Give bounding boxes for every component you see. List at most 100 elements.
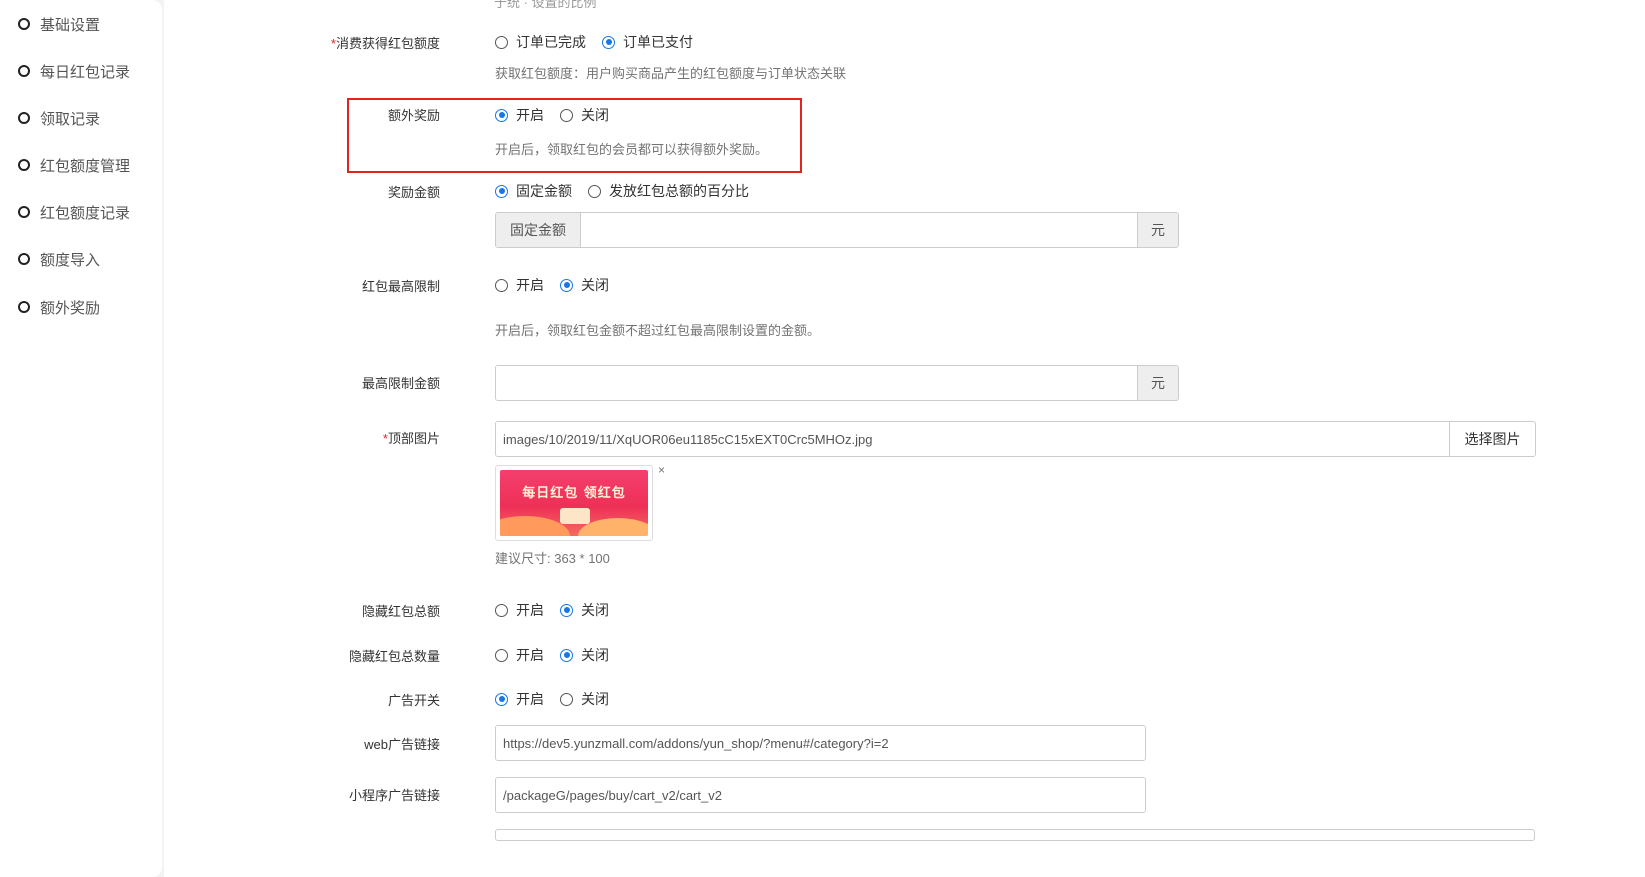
radio-max-limit-on[interactable]: 开启	[495, 275, 544, 295]
sidebar-item-extra-reward[interactable]: 额外奖励	[18, 295, 100, 319]
fixed-amount-addon: 固定金额	[496, 213, 581, 247]
circle-icon	[18, 159, 30, 171]
sidebar-item-claim-records[interactable]: 领取记录	[18, 106, 100, 130]
sidebar: 基础设置 每日红包记录 领取记录 红包额度管理 红包额度记录 额度导入 额外奖励	[0, 0, 162, 877]
remove-image-icon[interactable]: ×	[658, 463, 665, 477]
radio-label: 关闭	[581, 277, 609, 293]
yuan-unit-addon: 元	[1137, 366, 1178, 400]
circle-icon	[18, 112, 30, 124]
sidebar-item-label: 红包额度记录	[40, 204, 131, 222]
radio-circle-icon[interactable]	[495, 278, 508, 292]
radio-label: 关闭	[581, 602, 609, 618]
hide-count-radio-group: 开启 关闭	[495, 644, 625, 666]
reward-amount-label: 奖励金额	[387, 185, 440, 200]
radio-label: 开启	[516, 107, 544, 123]
top-image-input-group: 选择图片	[495, 421, 1536, 457]
reward-amount-input[interactable]	[581, 213, 1137, 247]
consume-quota-radio-group: 订单已完成 订单已支付	[495, 31, 709, 53]
settings-form: 于统 · 设置的比例 *消费获得红包额度 订单已完成 订单已支付 获取红包额度：…	[164, 0, 1645, 877]
circle-icon	[18, 18, 30, 30]
top-image-thumbnail: 每日红包 领红包	[495, 465, 653, 541]
sidebar-item-quota-records[interactable]: 红包额度记录	[18, 200, 130, 224]
radio-hide-count-off[interactable]: 关闭	[560, 645, 609, 665]
radio-circle-icon[interactable]	[588, 184, 601, 198]
radio-label: 开启	[516, 277, 544, 293]
mini-ad-link-label: 小程序广告链接	[348, 788, 440, 803]
extra-reward-help: 开启后，领取红包的会员都可以获得额外奖励。	[495, 142, 769, 157]
radio-label: 关闭	[581, 691, 609, 707]
radio-label: 固定金额	[516, 183, 572, 199]
label-text: 顶部图片	[387, 431, 440, 446]
radio-circle-icon[interactable]	[560, 108, 573, 122]
cut-off-input[interactable]	[495, 829, 1535, 841]
radio-ad-off[interactable]: 关闭	[560, 689, 609, 709]
radio-checked-icon[interactable]	[560, 603, 573, 617]
sidebar-item-basic-settings[interactable]: 基础设置	[18, 12, 100, 36]
max-limit-radio-group: 开启 关闭	[495, 274, 625, 296]
reward-amount-input-group: 固定金额 元	[495, 212, 1179, 248]
consume-quota-help: 获取红包额度：用户购买商品产生的红包额度与订单状态关联	[495, 66, 847, 81]
radio-fixed-amount[interactable]: 固定金额	[495, 181, 572, 201]
radio-circle-icon[interactable]	[495, 648, 508, 662]
mini-ad-link-input[interactable]	[496, 778, 1145, 812]
radio-extra-reward-off[interactable]: 关闭	[560, 105, 609, 125]
max-limit-amount-input[interactable]	[496, 366, 1137, 400]
sidebar-item-label: 额度导入	[40, 251, 101, 269]
cut-off-help-text: 于统 · 设置的比例	[494, 0, 597, 10]
consume-quota-label: *消费获得红包额度	[331, 33, 440, 52]
select-image-button[interactable]: 选择图片	[1449, 422, 1535, 456]
radio-circle-icon[interactable]	[495, 35, 508, 49]
extra-reward-radio-group: 开启 关闭	[495, 104, 625, 126]
sidebar-item-daily-records[interactable]: 每日红包记录	[18, 59, 130, 83]
radio-circle-icon[interactable]	[495, 603, 508, 617]
radio-extra-reward-on[interactable]: 开启	[495, 105, 544, 125]
radio-hide-count-on[interactable]: 开启	[495, 645, 544, 665]
hide-total-label: 隐藏红包总额	[361, 604, 440, 619]
radio-label: 发放红包总额的百分比	[609, 183, 749, 199]
reward-amount-radio-group: 固定金额 发放红包总额的百分比	[495, 180, 765, 202]
sidebar-item-label: 红包额度管理	[40, 157, 131, 175]
radio-label: 开启	[516, 647, 544, 663]
circle-icon	[18, 253, 30, 265]
radio-label: 关闭	[581, 647, 609, 663]
radio-order-paid[interactable]: 订单已支付	[602, 32, 693, 52]
radio-circle-icon[interactable]	[560, 692, 573, 706]
max-limit-help: 开启后，领取红包金额不超过红包最高限制设置的金额。	[495, 323, 821, 338]
radio-order-completed[interactable]: 订单已完成	[495, 32, 586, 52]
sidebar-item-label: 额外奖励	[40, 299, 101, 317]
sidebar-item-quota-import[interactable]: 额度导入	[18, 247, 100, 271]
top-image-label: *顶部图片	[383, 428, 440, 447]
radio-checked-icon[interactable]	[495, 184, 508, 198]
sidebar-item-label: 领取记录	[40, 110, 101, 128]
radio-hide-total-on[interactable]: 开启	[495, 600, 544, 620]
radio-checked-icon[interactable]	[602, 35, 615, 49]
radio-checked-icon[interactable]	[560, 648, 573, 662]
circle-icon	[18, 206, 30, 218]
max-limit-label: 红包最高限制	[361, 279, 440, 294]
radio-checked-icon[interactable]	[495, 108, 508, 122]
banner-image: 每日红包 领红包	[500, 470, 648, 536]
mini-ad-link-input-group	[495, 777, 1146, 813]
sidebar-item-label: 基础设置	[40, 16, 101, 34]
radio-hide-total-off[interactable]: 关闭	[560, 600, 609, 620]
banner-decoration	[560, 508, 590, 524]
ad-switch-radio-group: 开启 关闭	[495, 688, 625, 710]
label-text: 消费获得红包额度	[335, 36, 440, 51]
radio-max-limit-off[interactable]: 关闭	[560, 275, 609, 295]
circle-icon	[18, 301, 30, 313]
hide-total-radio-group: 开启 关闭	[495, 599, 625, 621]
web-ad-link-input[interactable]	[496, 726, 1145, 760]
web-ad-link-input-group	[495, 725, 1146, 761]
ad-switch-label: 广告开关	[387, 693, 440, 708]
radio-checked-icon[interactable]	[495, 692, 508, 706]
sidebar-item-quota-management[interactable]: 红包额度管理	[18, 153, 130, 177]
circle-icon	[18, 65, 30, 77]
max-limit-amount-input-group: 元	[495, 365, 1179, 401]
radio-ad-on[interactable]: 开启	[495, 689, 544, 709]
top-image-path-input[interactable]	[496, 422, 1449, 456]
radio-label: 订单已支付	[623, 34, 693, 50]
image-size-hint: 建议尺寸: 363 * 100	[495, 551, 610, 566]
web-ad-link-label: web广告链接	[364, 737, 440, 752]
radio-percentage[interactable]: 发放红包总额的百分比	[588, 181, 749, 201]
radio-checked-icon[interactable]	[560, 278, 573, 292]
